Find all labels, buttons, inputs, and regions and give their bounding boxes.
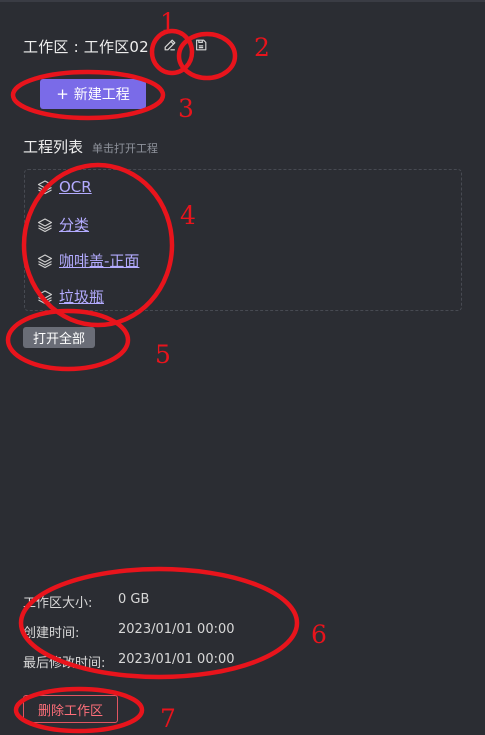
workspace-size-row: 工作区大小: 0 GB [23, 592, 149, 611]
project-list-hint: 单击打开工程 [92, 142, 159, 155]
project-list: OCR 分类 咖啡盖-正面 垃圾瓶 [24, 169, 462, 311]
project-item-coffee-lid[interactable]: 咖啡盖-正面 [37, 250, 139, 271]
edit-workspace-button[interactable] [160, 35, 180, 55]
annotation-number-1: 1 [160, 8, 176, 37]
created-time-row: 创建时间: 2023/01/01 00:00 [23, 622, 235, 641]
annotation-number-5: 5 [155, 340, 171, 369]
workspace-title: 工作区 : 工作区02 [23, 38, 149, 56]
created-time-label: 创建时间: [23, 626, 80, 641]
new-project-label: 新建工程 [73, 87, 130, 103]
delete-workspace-button[interactable]: 删除工作区 [23, 695, 118, 723]
project-item-classification[interactable]: 分类 [37, 214, 89, 235]
annotation-number-6: 6 [311, 620, 327, 649]
annotation-number-7: 7 [160, 704, 176, 733]
workspace-size-value: 0 GB [118, 592, 150, 607]
project-list-title: 工程列表 [23, 138, 84, 156]
project-item-ocr[interactable]: OCR [37, 178, 92, 196]
modified-time-value: 2023/01/01 00:00 [118, 652, 235, 667]
plus-icon: + [56, 85, 69, 103]
created-time-value: 2023/01/01 00:00 [118, 622, 235, 637]
layers-icon [37, 253, 53, 268]
open-all-button[interactable]: 打开全部 [23, 327, 95, 348]
new-project-button[interactable]: + 新建工程 [40, 79, 146, 109]
layers-icon [37, 180, 53, 195]
annotation-number-4: 4 [180, 201, 196, 230]
project-link[interactable]: OCR [59, 178, 92, 196]
project-list-header: 工程列表 单击打开工程 [23, 136, 158, 157]
project-item-trash-bottle[interactable]: 垃圾瓶 [37, 286, 104, 307]
project-link[interactable]: 分类 [59, 214, 89, 235]
annotation-number-3: 3 [178, 94, 194, 123]
modified-time-label: 最后修改时间: [23, 656, 106, 671]
save-icon [196, 39, 207, 51]
layers-icon [37, 289, 53, 304]
layers-icon [37, 217, 53, 232]
save-workspace-button[interactable] [191, 35, 211, 55]
workspace-size-label: 工作区大小: [23, 596, 93, 611]
top-divider [0, 0, 485, 2]
modified-time-row: 最后修改时间: 2023/01/01 00:00 [23, 652, 235, 671]
project-link[interactable]: 垃圾瓶 [59, 286, 104, 307]
project-link[interactable]: 咖啡盖-正面 [59, 250, 139, 271]
pencil-icon [164, 39, 176, 51]
annotation-number-2: 2 [254, 33, 270, 62]
